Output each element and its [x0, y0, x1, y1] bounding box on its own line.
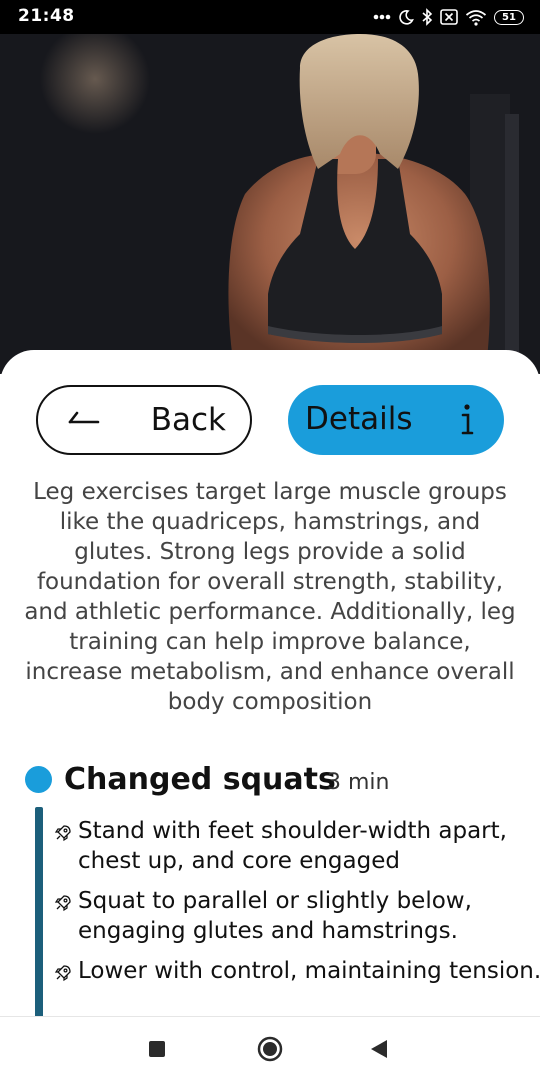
exercise-bullet-dot [25, 766, 52, 793]
back-button-label: Back [150, 402, 226, 438]
bluetooth-icon [421, 8, 433, 26]
timeline-bar [35, 807, 43, 1016]
status-icons: 51 [373, 6, 524, 28]
exercise-steps: Stand with feet shoulder-width apart, ch… [54, 816, 540, 996]
arrow-left-icon [66, 405, 100, 439]
rocket-icon [54, 820, 72, 850]
step-line: Stand with feet shoulder-width apart, [78, 818, 507, 844]
content-card: Back Details Leg exercises target large … [0, 350, 540, 1016]
moon-icon [398, 9, 414, 25]
exercise-description: Leg exercises target large muscle groups… [24, 479, 516, 715]
step-line: Squat to parallel or slightly below, [78, 888, 472, 914]
status-bar: 21:48 51 [0, 0, 540, 34]
step-line: Lower with control, maintaining tension. [78, 958, 540, 984]
step-item: Squat to parallel or slightly below, eng… [54, 886, 540, 946]
back-button[interactable]: Back [36, 385, 252, 455]
details-button-label: Details [305, 401, 413, 437]
back-triangle-icon[interactable] [370, 1039, 388, 1063]
hero-image [0, 34, 540, 374]
exercise-duration: 3 min [327, 770, 390, 795]
navigation-bar [0, 1016, 540, 1080]
info-icon [460, 401, 474, 441]
battery-icon: 51 [494, 9, 524, 25]
more-dots-icon [373, 14, 391, 20]
step-item: Stand with feet shoulder-width apart, ch… [54, 816, 540, 876]
status-time: 21:48 [18, 6, 75, 26]
woman-back-gym-photo [0, 34, 540, 374]
details-button[interactable]: Details [288, 385, 504, 455]
step-line: chest up, and core engaged [78, 848, 400, 874]
sim-disabled-icon [440, 9, 458, 25]
rocket-icon [54, 960, 72, 990]
step-line: engaging glutes and hamstrings. [78, 918, 458, 944]
screen: 21:48 51 Back Details Leg exercises targ… [0, 0, 540, 1080]
wifi-icon [465, 9, 487, 26]
exercise-title: Changed squats [64, 762, 336, 797]
recent-apps-icon[interactable] [149, 1041, 165, 1057]
rocket-icon [54, 890, 72, 920]
home-icon[interactable] [257, 1036, 283, 1066]
step-item: Lower with control, maintaining tension. [54, 956, 540, 986]
